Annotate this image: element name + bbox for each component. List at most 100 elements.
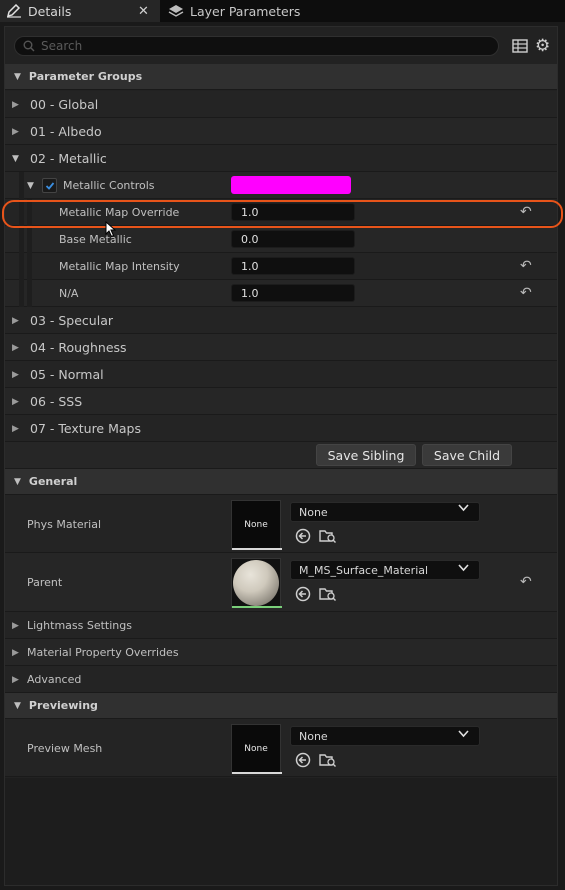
expand-icon: ▶ [12,674,19,685]
section-general[interactable]: ▼ General [5,469,557,495]
metallic-controls-row[interactable]: ▼ Metallic Controls [5,172,557,199]
param-label: Base Metallic [59,233,132,246]
layers-icon [168,3,184,19]
group-label: 00 - Global [30,97,99,112]
group-label: 04 - Roughness [30,340,127,355]
browse-asset-icon[interactable] [319,586,337,606]
group-row-specular[interactable]: ▶ 03 - Specular [5,307,557,334]
phys-material-dropdown[interactable]: None [290,502,480,522]
group-row-texture-maps[interactable]: ▶ 07 - Texture Maps [5,415,557,442]
browse-asset-icon[interactable] [319,752,337,772]
expand-icon: ▶ [12,423,19,434]
property-label: Parent [27,576,63,589]
lightmass-settings-row[interactable]: ▶ Lightmass Settings [5,612,557,639]
collapse-icon: ▼ [14,71,21,82]
search-bar[interactable] [14,36,499,56]
param-label: N/A [59,287,79,300]
material-sphere [233,560,279,606]
property-label: Preview Mesh [27,742,103,755]
group-row-sss[interactable]: ▶ 06 - SSS [5,388,557,415]
param-label: Metallic Map Intensity [59,260,180,273]
table-view-icon[interactable] [512,38,528,57]
tab-layer-parameters-label: Layer Parameters [190,3,301,19]
save-sibling-button[interactable]: Save Sibling [316,444,416,466]
chevron-down-icon [458,728,469,741]
chevron-down-icon [458,504,469,515]
preview-mesh-thumbnail[interactable]: None [231,724,282,774]
expand-icon: ▶ [12,342,19,353]
edit-icon [6,4,22,18]
reset-to-default-icon[interactable]: ↶ [520,574,532,590]
empty-panel-area [5,778,557,885]
color-swatch[interactable] [231,176,351,194]
preview-mesh-dropdown[interactable]: None [290,726,480,746]
expand-icon: ▶ [12,369,19,380]
group-label: 02 - Metallic [30,151,107,166]
param-value-field[interactable]: 1.0 [231,284,355,302]
group-row-roughness[interactable]: ▶ 04 - Roughness [5,334,557,361]
section-title: Previewing [28,699,98,712]
use-selected-asset-icon[interactable] [295,752,311,772]
expand-icon: ▶ [12,99,19,110]
collapse-icon: ▼ [14,700,21,711]
parent-material-thumbnail[interactable] [231,558,282,608]
section-previewing[interactable]: ▼ Previewing [5,693,557,719]
dropdown-value: M_MS_Surface_Material [299,563,429,577]
collapse-icon: ▼ [12,153,19,164]
section-parameter-groups[interactable]: ▼ Parameter Groups [5,64,557,90]
material-property-overrides-row[interactable]: ▶ Material Property Overrides [5,639,557,666]
param-value-field[interactable]: 1.0 [231,257,355,275]
param-value-field[interactable]: 0.0 [231,230,355,248]
thumbnail-label: None [244,744,268,754]
settings-gear-icon[interactable]: ⚙ [535,36,550,56]
search-input[interactable] [35,39,481,53]
subsection-label: Material Property Overrides [27,646,179,659]
expand-icon: ▶ [12,647,19,658]
expand-icon: ▶ [12,396,19,407]
group-row-metallic[interactable]: ▼ 02 - Metallic [5,145,557,172]
subsection-label: Lightmass Settings [27,619,132,632]
expand-icon: ▶ [12,126,19,137]
collapse-icon: ▼ [14,476,21,487]
search-icon [23,40,35,52]
group-label: 03 - Specular [30,313,113,328]
group-label: 07 - Texture Maps [30,421,141,436]
save-child-button[interactable]: Save Child [422,444,512,466]
section-title: Parameter Groups [28,70,143,83]
use-selected-asset-icon[interactable] [295,528,311,548]
group-label: 06 - SSS [30,394,83,409]
tab-details[interactable]: Details ✕ [0,0,160,22]
dropdown-value: None [299,729,328,743]
param-row-na[interactable]: N/A 1.0 ↶ [5,280,557,307]
close-icon[interactable]: ✕ [138,4,149,19]
mouse-cursor-icon [105,220,117,242]
checkbox-checked[interactable] [42,178,57,193]
group-row-albedo[interactable]: ▶ 01 - Albedo [5,118,557,145]
browse-asset-icon[interactable] [319,528,337,548]
expand-icon: ▶ [12,315,19,326]
group-row-normal[interactable]: ▶ 05 - Normal [5,361,557,388]
advanced-row[interactable]: ▶ Advanced [5,666,557,693]
subsection-label: Advanced [27,673,82,686]
dropdown-value: None [299,505,328,519]
property-label: Phys Material [27,518,102,531]
section-title: General [28,475,78,488]
use-selected-asset-icon[interactable] [295,586,311,606]
tab-layer-parameters[interactable]: Layer Parameters [162,0,312,22]
thumbnail-label: None [244,520,268,530]
param-row-base-metallic[interactable]: Base Metallic 0.0 [5,226,557,253]
group-label: 05 - Normal [30,367,104,382]
group-row-global[interactable]: ▶ 00 - Global [5,91,557,118]
expand-icon: ▶ [12,620,19,631]
chevron-down-icon [458,562,469,575]
group-label: 01 - Albedo [30,124,102,139]
tab-details-label: Details [28,3,72,19]
asset-thumbnail[interactable]: None [231,500,282,550]
reset-to-default-icon[interactable]: ↶ [520,285,532,301]
highlight-annotation [2,200,563,228]
parent-dropdown[interactable]: M_MS_Surface_Material [290,560,480,580]
param-row-metallic-map-intensity[interactable]: Metallic Map Intensity 1.0 ↶ [5,253,557,280]
reset-to-default-icon[interactable]: ↶ [520,258,532,274]
collapse-icon: ▼ [27,180,34,191]
metallic-controls-label: Metallic Controls [63,179,155,192]
